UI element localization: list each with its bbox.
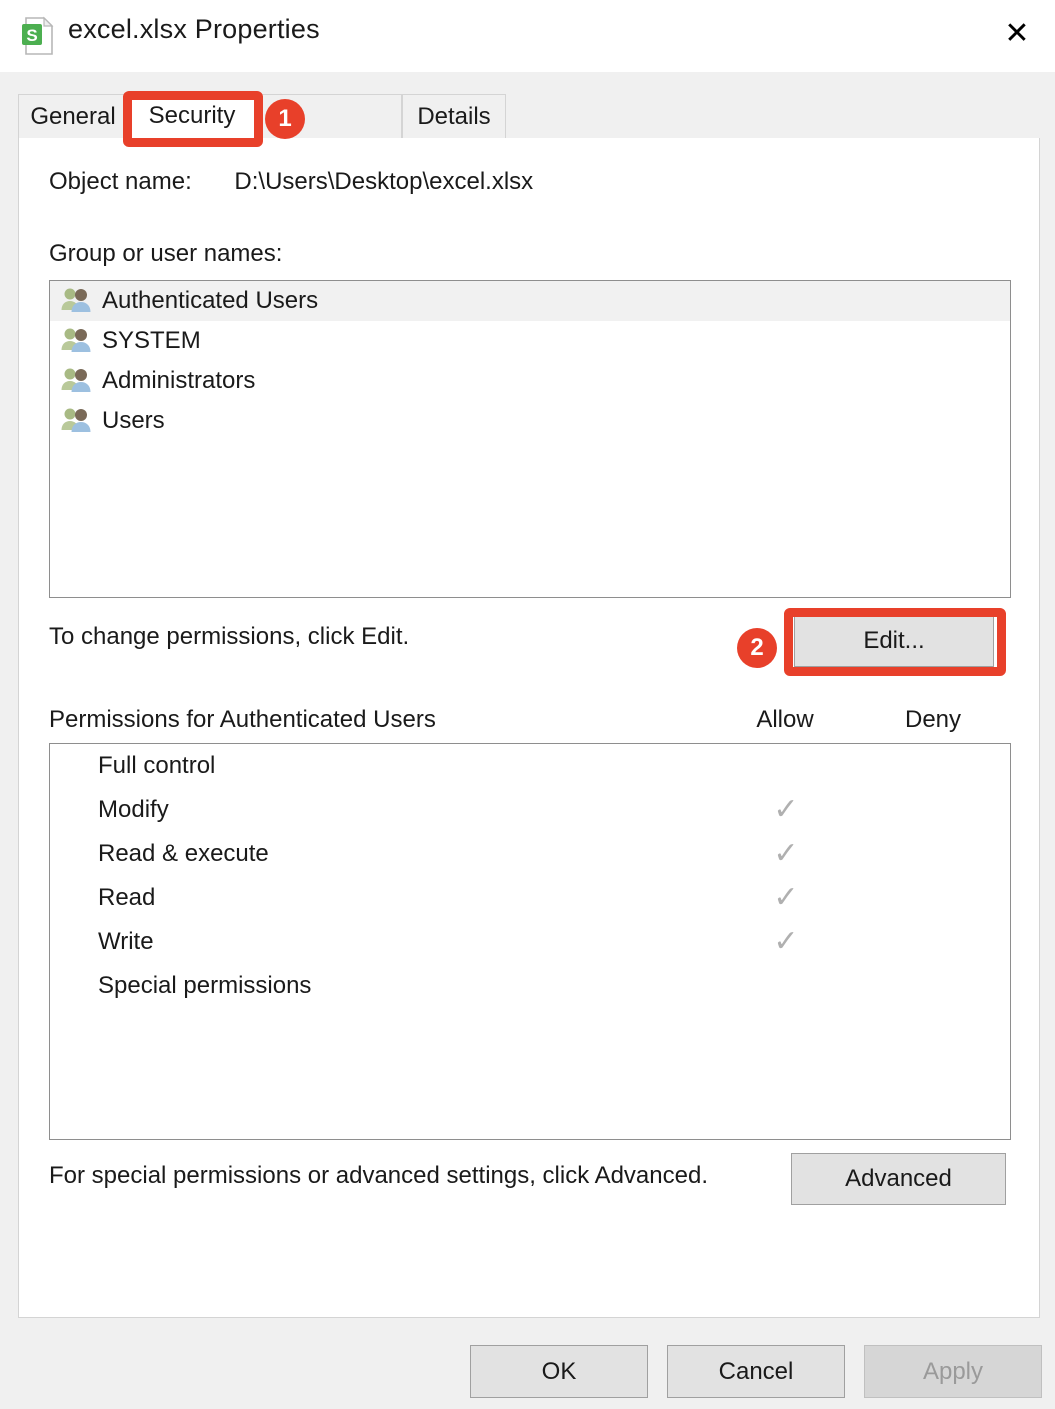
tab-details-label: Details [417,102,491,130]
ok-button[interactable]: OK [470,1345,648,1398]
users-group-icon [60,406,94,436]
table-row[interactable]: Special permissions [50,964,1010,1008]
permission-name: Read [98,884,156,911]
list-item-label: Users [102,407,165,434]
users-group-icon [60,366,94,396]
annotation-badge-2: 2 [737,628,777,668]
column-header-allow: Allow [756,706,814,733]
close-icon: ✕ [1004,16,1030,51]
title-bar: S excel.xlsx Properties ✕ [0,0,1055,72]
tab-general-label: General [30,102,116,130]
properties-dialog: S excel.xlsx Properties ✕ General Securi… [0,0,1055,1409]
annotation-badge-1: 1 [265,99,305,139]
cancel-button-label: Cancel [718,1357,794,1385]
allow-checkmark-icon[interactable]: ✓ [738,883,834,913]
object-name-value: D:\Users\Desktop\excel.xlsx [234,168,534,195]
tab-security-label: Security [148,102,236,129]
tab-strip: General Security Details [0,72,1055,138]
cancel-button[interactable]: Cancel [667,1345,845,1398]
list-item[interactable]: Authenticated Users [50,281,1010,321]
edit-hint-text: To change permissions, click Edit. [49,623,410,650]
permission-name: Read & execute [98,840,269,867]
table-row[interactable]: Read ✓ [50,876,1010,920]
close-button[interactable]: ✕ [989,8,1045,60]
table-row[interactable]: Write ✓ [50,920,1010,964]
column-header-deny: Deny [904,706,962,733]
edit-button-label: Edit... [863,627,925,654]
group-list-label: Group or user names: [49,240,283,267]
spreadsheet-file-icon: S [20,16,56,56]
permissions-list[interactable]: Full control Modify ✓ Read & execute ✓ R… [49,743,1011,1140]
permissions-header: Permissions for Authenticated Users [49,706,436,733]
group-user-list[interactable]: Authenticated Users SYSTEM Administrator… [49,280,1011,598]
advanced-button-label: Advanced [845,1165,952,1192]
dialog-footer: OK Cancel Apply [0,1318,1055,1409]
apply-button: Apply [864,1345,1042,1398]
allow-checkmark-icon[interactable]: ✓ [738,927,834,957]
security-tab-panel: Object name: D:\Users\Desktop\excel.xlsx… [18,138,1040,1318]
users-group-icon [60,326,94,356]
permission-name: Full control [98,752,216,779]
permission-name: Write [98,928,154,955]
object-name-label: Object name: [49,168,192,195]
ok-button-label: OK [541,1357,577,1385]
permission-name: Modify [98,796,169,823]
table-row[interactable]: Full control [50,744,1010,788]
edit-button[interactable]: Edit... [794,615,994,667]
list-item[interactable]: SYSTEM [50,321,1010,361]
object-name-row: Object name: D:\Users\Desktop\excel.xlsx [49,168,533,196]
advanced-hint-text: For special permissions or advanced sett… [49,1162,708,1189]
tab-details[interactable]: Details [402,94,506,138]
allow-checkmark-icon[interactable]: ✓ [738,839,834,869]
tab-security[interactable]: Security [128,94,256,138]
list-item-label: Administrators [102,367,256,394]
list-item-label: Authenticated Users [102,287,319,314]
tab-general[interactable]: General [18,94,128,138]
list-item[interactable]: Administrators [50,361,1010,401]
users-group-icon [60,286,94,316]
table-row[interactable]: Read & execute ✓ [50,832,1010,876]
permission-name: Special permissions [98,972,312,999]
allow-checkmark-icon[interactable]: ✓ [738,795,834,825]
list-item-label: SYSTEM [102,327,201,354]
table-row[interactable]: Modify ✓ [50,788,1010,832]
apply-button-label: Apply [922,1357,984,1385]
advanced-button[interactable]: Advanced [791,1153,1006,1205]
list-item[interactable]: Users [50,401,1010,441]
window-title: excel.xlsx Properties [68,14,320,44]
svg-text:S: S [26,26,37,45]
